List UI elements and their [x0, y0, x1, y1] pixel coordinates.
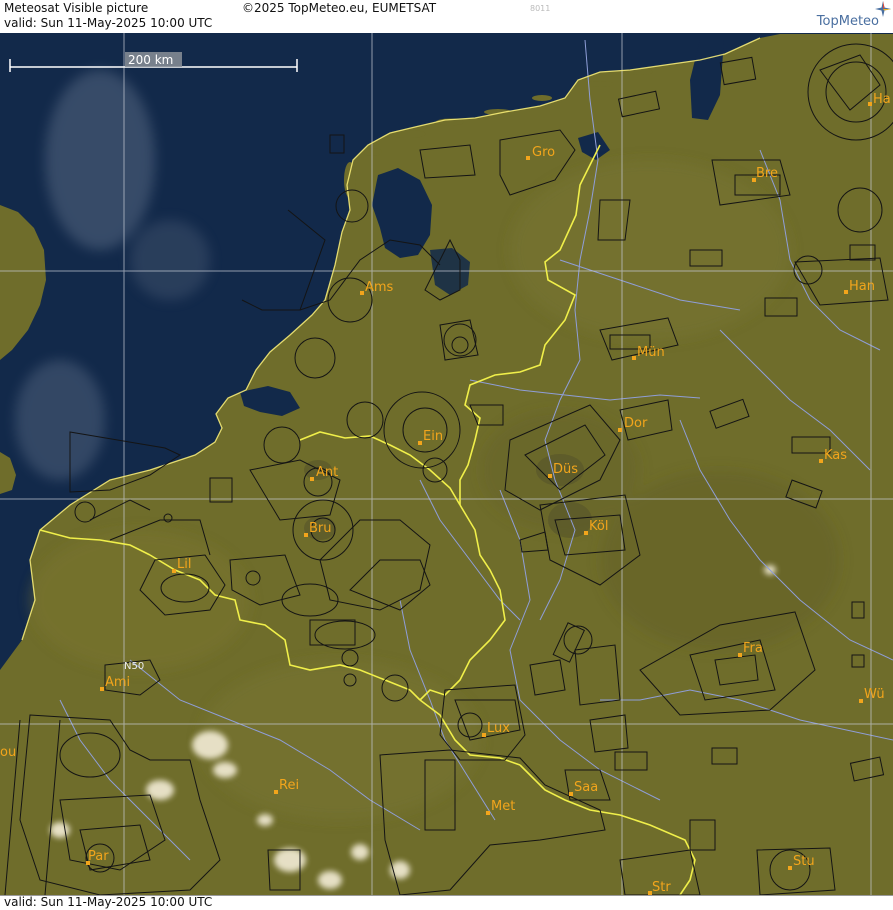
svg-text:Han: Han [849, 279, 875, 294]
svg-text:Kas: Kas [824, 448, 847, 463]
city-dus[interactable]: Düs [548, 462, 578, 478]
city-han[interactable]: Han [844, 279, 875, 294]
svg-text:Str: Str [652, 880, 671, 895]
scale-bar-label: 200 km [128, 53, 173, 67]
city-bre[interactable]: Bre [752, 166, 778, 182]
svg-text:Köl: Köl [589, 519, 608, 534]
svg-text:Ams: Ams [365, 280, 394, 295]
svg-text:Ami: Ami [105, 675, 130, 690]
svg-text:Bre: Bre [756, 166, 778, 181]
copyright-text: ©2025 TopMeteo.eu, EUMETSAT [242, 1, 437, 15]
city-kas[interactable]: Kas [819, 448, 847, 463]
city-bru[interactable]: Bru [304, 521, 332, 537]
svg-text:Ant: Ant [316, 465, 338, 480]
svg-text:Met: Met [491, 799, 515, 814]
svg-text:Düs: Düs [553, 462, 578, 477]
svg-text:Bru: Bru [309, 521, 332, 536]
city-ams[interactable]: Ams [360, 280, 394, 295]
svg-text:Par: Par [88, 849, 109, 864]
logo-text: TopMeteo [816, 14, 879, 29]
svg-text:Ha: Ha [873, 92, 891, 107]
city-met[interactable]: Met [486, 799, 515, 815]
svg-text:Dor: Dor [624, 416, 648, 431]
svg-text:ou: ou [0, 745, 16, 760]
svg-text:Mün: Mün [637, 345, 665, 360]
svg-text:Lux: Lux [487, 721, 510, 736]
satellite-map[interactable]: Gro Bre Ha Han Ams Mün Dor Kas Ein Ant D… [0, 33, 893, 895]
svg-text:Lil: Lil [177, 557, 191, 572]
footer-bar: valid: Sun 11-May-2025 10:00 UTC [0, 895, 893, 910]
compass-logo-icon [875, 1, 891, 17]
product-title: Meteosat Visible picture [4, 1, 149, 15]
city-ami[interactable]: Ami [100, 675, 130, 691]
city-str[interactable]: Str [648, 880, 671, 895]
svg-text:Fra: Fra [743, 641, 763, 656]
city-mun[interactable]: Mün [632, 345, 665, 360]
svg-text:Ein: Ein [423, 429, 443, 444]
city-par[interactable]: Par [86, 849, 109, 865]
svg-text:Saa: Saa [574, 780, 598, 795]
svg-text:Wü: Wü [864, 687, 885, 702]
valid-time-top: valid: Sun 11-May-2025 10:00 UTC [4, 16, 213, 30]
svg-text:Stu: Stu [793, 854, 815, 869]
valid-time-bottom: valid: Sun 11-May-2025 10:00 UTC [4, 895, 213, 909]
svg-text:Rei: Rei [279, 778, 299, 793]
topmeteo-logo: TopMeteo [817, 14, 879, 29]
city-ou[interactable]: ou [0, 745, 16, 760]
latitude-label: N50 [124, 661, 144, 672]
meteosat-visible-map-page: Meteosat Visible picture ©2025 TopMeteo.… [0, 0, 893, 910]
svg-text:Gro: Gro [532, 145, 555, 160]
city-lux[interactable]: Lux [482, 721, 510, 737]
product-code: 8011 [530, 4, 551, 13]
header-bar: Meteosat Visible picture ©2025 TopMeteo.… [0, 0, 893, 34]
city-saa[interactable]: Saa [569, 780, 598, 796]
